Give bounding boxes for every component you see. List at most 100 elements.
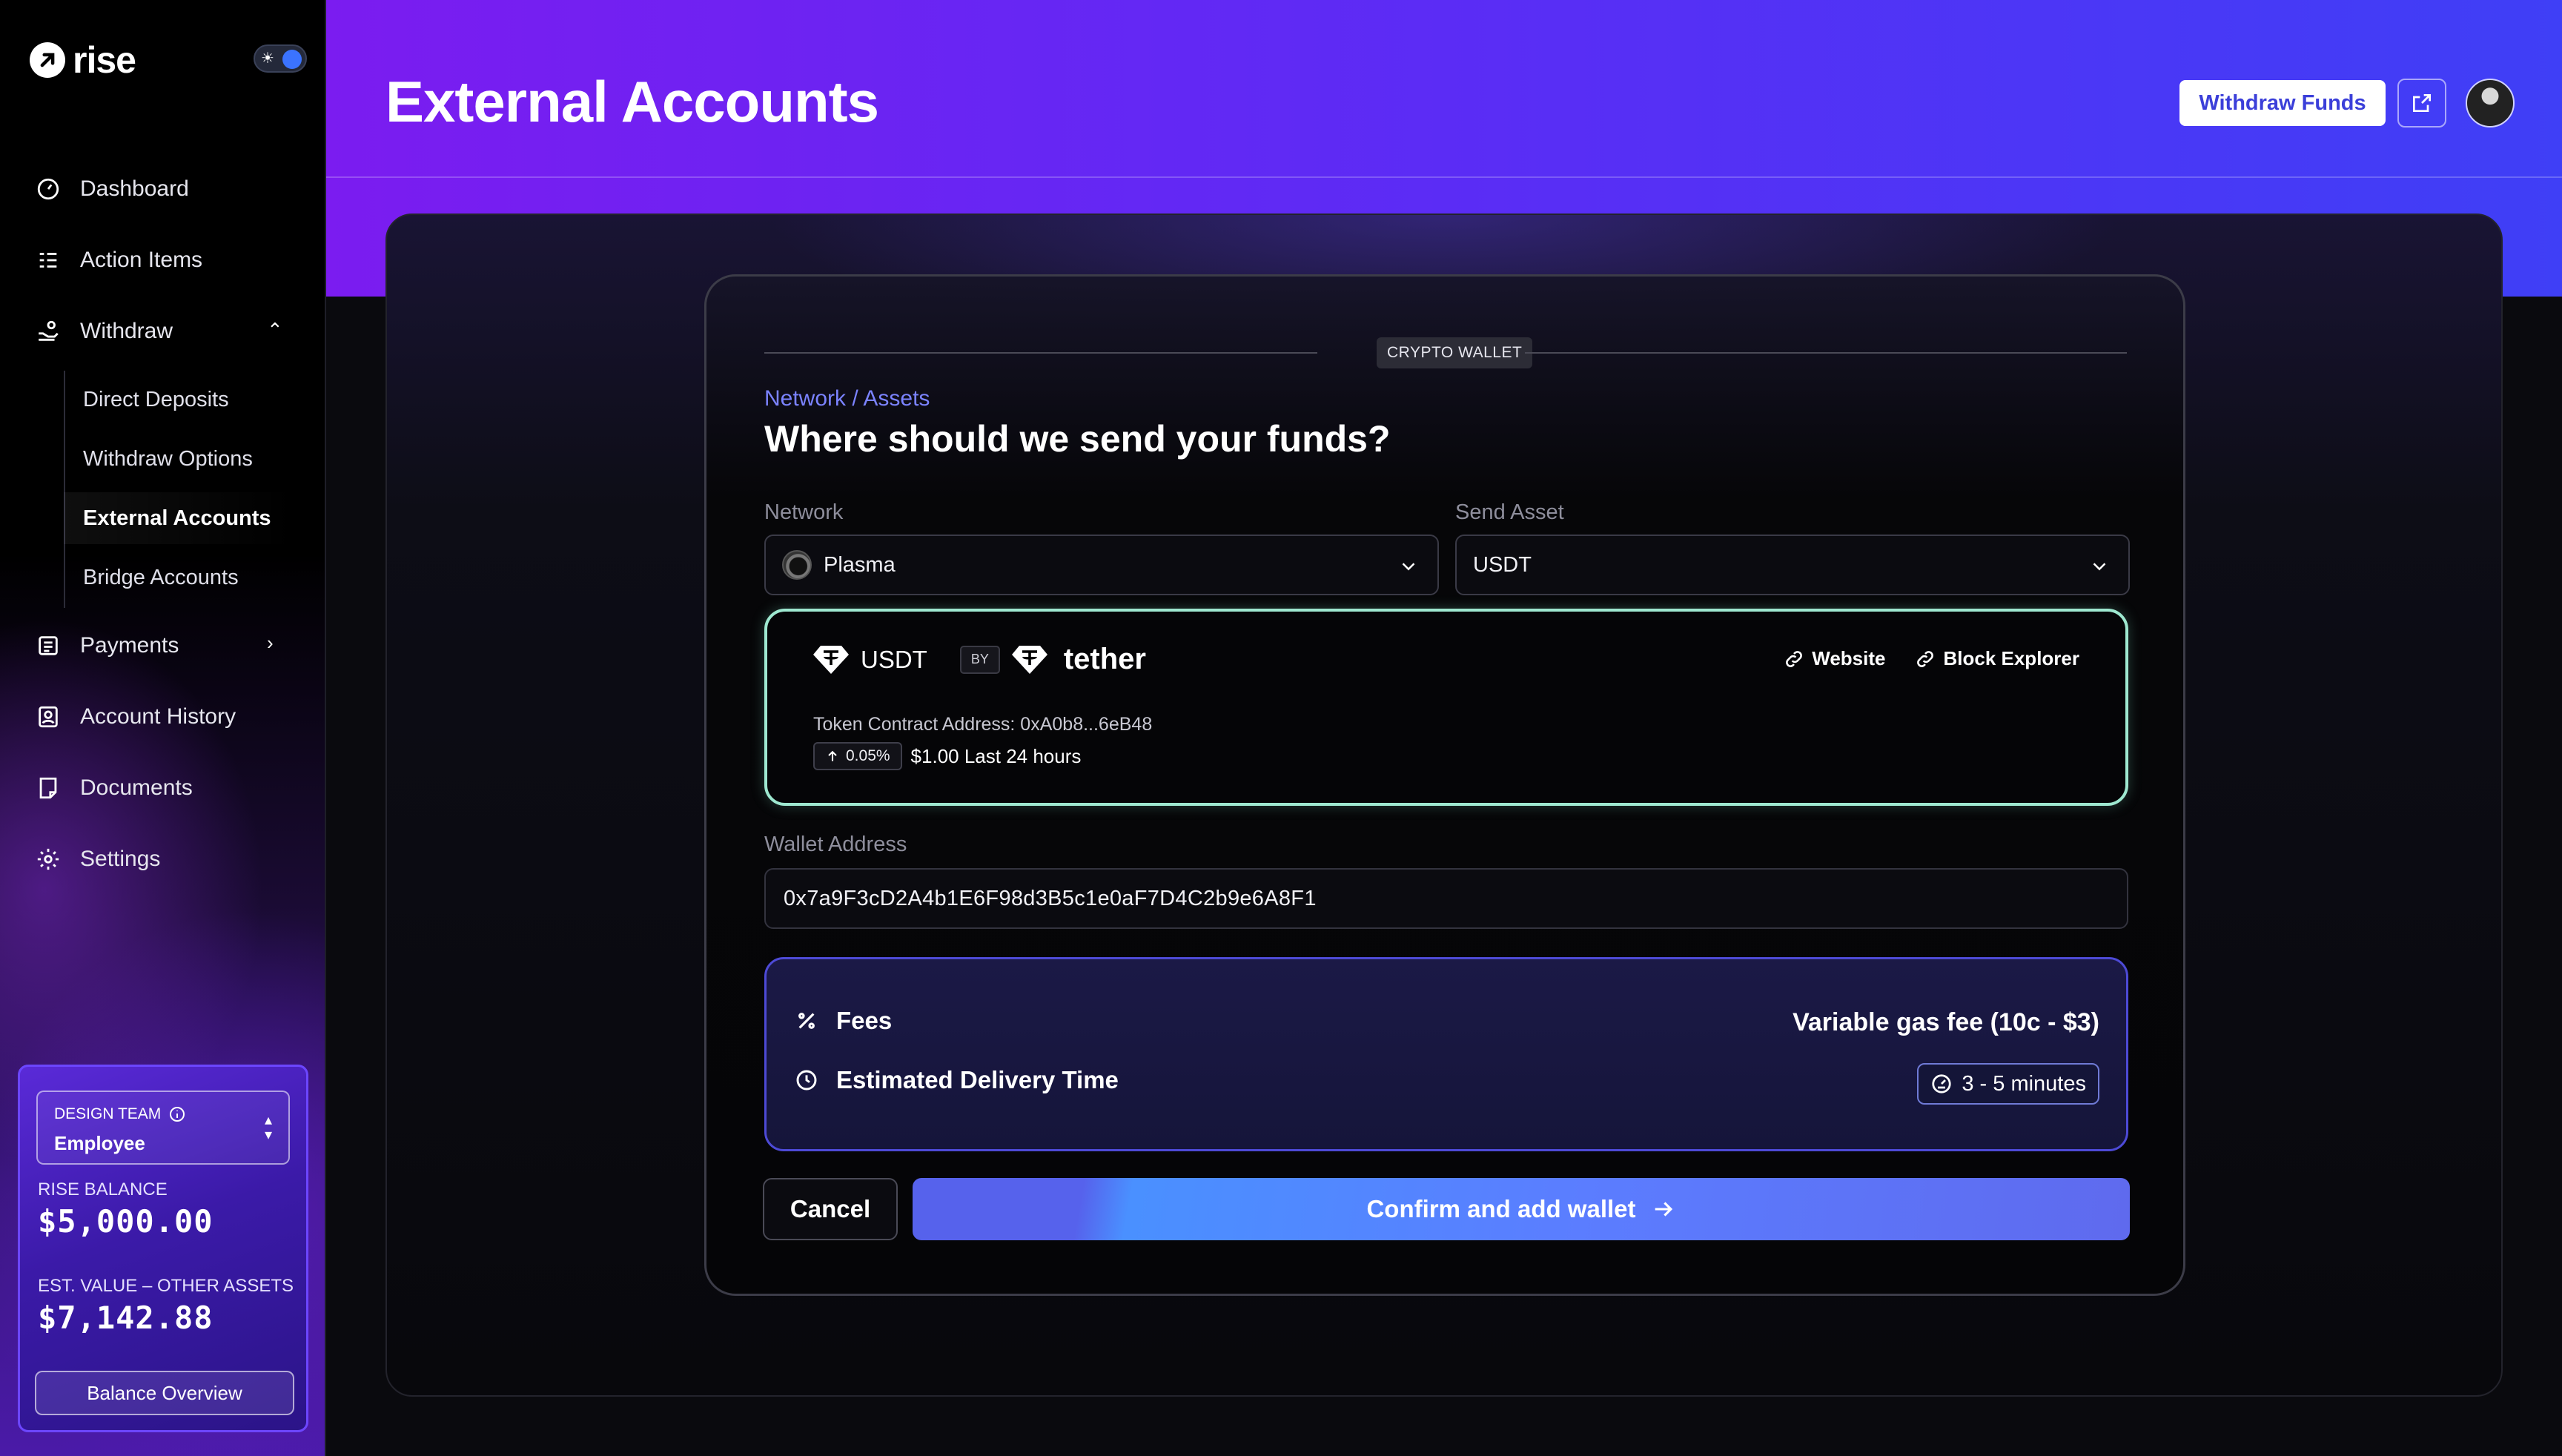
percent-icon: [798, 1013, 815, 1029]
sidebar-item-label: Settings: [80, 847, 161, 871]
sidebar-subitem-withdraw-options[interactable]: Withdraw Options: [83, 440, 253, 477]
sidebar-subitem-direct-deposits[interactable]: Direct Deposits: [83, 381, 229, 418]
fees-card: Fees Variable gas fee (10c - $3) Estimat…: [764, 957, 2128, 1151]
link-icon: [1786, 650, 1803, 667]
header-divider: [326, 176, 2562, 178]
send-asset-label: Send Asset: [1455, 500, 1564, 524]
brand[interactable]: rise: [30, 39, 136, 82]
withdraw-funds-button[interactable]: Withdraw Funds: [2179, 80, 2386, 126]
token-header: USDT BY tether: [813, 643, 1146, 676]
balance-overview-button[interactable]: Balance Overview: [35, 1371, 294, 1415]
price-row: 0.05% $1.00 Last 24 hours: [813, 742, 1081, 770]
other-assets-label: EST. VALUE – OTHER ASSETS: [38, 1276, 294, 1296]
sidebar-item-settings[interactable]: Settings: [36, 841, 160, 878]
toggle-knob: [282, 50, 302, 69]
wallet-address-field[interactable]: 0x7a9F3cD2A4b1E6F98d3B5c1e0aF7D4C2b9e6A8…: [764, 868, 2128, 929]
cancel-button[interactable]: Cancel: [763, 1178, 898, 1240]
dashboard-gauge-icon: [37, 178, 59, 200]
sidebar-item-label: Documents: [80, 775, 193, 800]
token-info-card: USDT BY tether Website Block Explorer To…: [764, 609, 2128, 806]
delivery-time-badge: 3 - 5 minutes: [1917, 1063, 2099, 1105]
arrow-up-icon: [828, 750, 837, 761]
sidebar-item-account-history[interactable]: Account History: [36, 698, 236, 735]
sidebar-item-label: Withdraw: [80, 319, 173, 343]
sort-arrows-icon: ▴ ▾: [264, 1112, 272, 1143]
explorer-link-label: Block Explorer: [1943, 647, 2079, 669]
chevron-right-icon[interactable]: ›: [267, 632, 274, 655]
page-title: External Accounts: [385, 69, 879, 134]
delivery-row: Estimated Delivery Time: [795, 1066, 1119, 1094]
token-contract-address: Token Contract Address: 0xA0b8...6eB48: [813, 714, 1153, 735]
submenu-line: [64, 371, 65, 608]
delivery-label: Estimated Delivery Time: [836, 1066, 1119, 1093]
token-links: Website Block Explorer: [1784, 647, 2079, 670]
sidebar-item-documents[interactable]: Documents: [36, 770, 193, 807]
sidebar-item-label: Account History: [80, 704, 236, 729]
external-share-icon: [2413, 94, 2431, 112]
chevron-down-icon: [1402, 563, 1415, 571]
confirm-label: Confirm and add wallet: [1366, 1195, 1636, 1222]
speed-gauge-icon: [1932, 1074, 1951, 1093]
chevron-down-icon: [2093, 563, 2106, 571]
network-select[interactable]: Plasma: [764, 535, 1439, 595]
delivery-time-value: 3 - 5 minutes: [1962, 1071, 2086, 1096]
brand-name: rise: [73, 39, 136, 81]
divider: [764, 352, 1317, 354]
team-selector[interactable]: DESIGN TEAM Employee ▴ ▾: [36, 1091, 290, 1165]
sidebar-item-label: Dashboard: [80, 176, 189, 201]
sidebar-subitem-external-accounts[interactable]: External Accounts: [83, 500, 271, 537]
team-role: Employee: [54, 1132, 145, 1154]
team-label: DESIGN TEAM: [54, 1105, 162, 1122]
user-book-icon: [39, 706, 58, 728]
clock-icon: [796, 1070, 817, 1091]
rise-balance-label: RISE BALANCE: [38, 1179, 168, 1199]
link-icon: [1917, 650, 1934, 667]
by-badge: BY: [959, 645, 1000, 674]
divider: [1525, 352, 2127, 354]
website-link-label: Website: [1812, 647, 1886, 669]
sidebar-item-action-items[interactable]: Action Items: [36, 242, 202, 279]
tether-logo-icon: [1011, 645, 1047, 674]
sun-icon: ☀: [261, 50, 274, 67]
sidebar-item-label: Action Items: [80, 248, 203, 272]
wallet-address-label: Wallet Address: [764, 833, 907, 856]
plasma-network-icon: [782, 550, 812, 580]
rise-balance-value: $5,000.00: [38, 1203, 214, 1240]
gear-icon: [37, 848, 59, 870]
confirm-add-wallet-button[interactable]: Confirm and add wallet: [913, 1178, 2130, 1240]
balance-card: DESIGN TEAM Employee ▴ ▾ RISE BALANCE $5,…: [18, 1065, 308, 1432]
avatar[interactable]: [2466, 79, 2515, 128]
crypto-wallet-card: CRYPTO WALLET Network / Assets Where sho…: [704, 274, 2185, 1296]
receipt-list-icon: [39, 636, 58, 655]
fees-row: Fees: [795, 1007, 892, 1035]
send-asset-select[interactable]: USDT: [1455, 535, 2130, 595]
price-change-value: 0.05%: [846, 747, 890, 764]
sidebar-subitem-bridge-accounts[interactable]: Bridge Accounts: [83, 559, 239, 596]
asset-value: USDT: [1473, 552, 1532, 577]
hand-coins-icon: [39, 320, 59, 341]
checklist-icon: [39, 253, 57, 268]
arrow-right-icon: [1655, 1202, 1672, 1217]
team-label-row: DESIGN TEAM: [54, 1105, 186, 1123]
fees-value: Variable gas fee (10c - $3): [1793, 1008, 2099, 1036]
sidebar: rise ☀ Dashboard Action Items Withdraw ⌃…: [0, 0, 326, 1456]
sidebar-item-payments[interactable]: Payments: [36, 627, 179, 664]
form-heading: Where should we send your funds?: [764, 418, 1391, 460]
website-link[interactable]: Website: [1784, 647, 1885, 670]
other-assets-value: $7,142.88: [38, 1300, 214, 1336]
block-explorer-link[interactable]: Block Explorer: [1915, 647, 2079, 670]
breadcrumb[interactable]: Network / Assets: [764, 386, 930, 411]
share-button[interactable]: [2397, 79, 2446, 128]
fees-label: Fees: [836, 1007, 893, 1034]
network-value: Plasma: [824, 552, 896, 577]
document-icon: [39, 777, 57, 799]
section-label: CRYPTO WALLET: [1377, 337, 1533, 368]
rise-logo-icon: [30, 42, 65, 78]
sidebar-item-withdraw[interactable]: Withdraw: [36, 313, 173, 350]
theme-toggle[interactable]: ☀: [254, 44, 307, 73]
chevron-up-icon[interactable]: ⌃: [267, 319, 283, 342]
info-icon[interactable]: [168, 1105, 186, 1123]
sidebar-item-dashboard[interactable]: Dashboard: [36, 171, 189, 208]
issuer-name: tether: [1063, 643, 1146, 675]
token-symbol: USDT: [861, 645, 927, 673]
